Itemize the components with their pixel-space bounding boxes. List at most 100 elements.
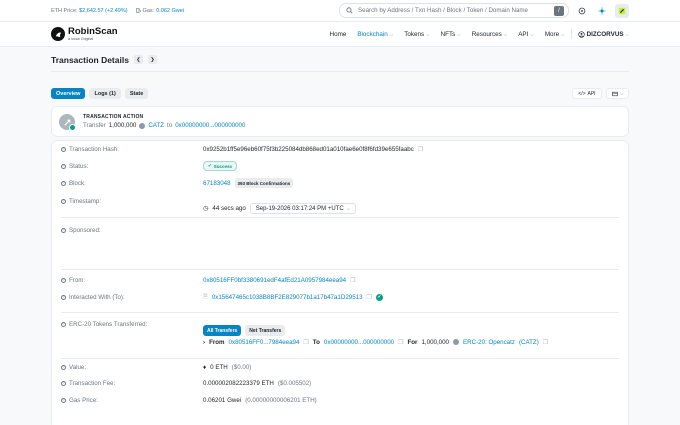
brand-logo[interactable]: RobinScan a Iocan Original [51,27,118,41]
transaction-details-card: ? Transaction Hash: 0x9252b1ff5e96eb60f75… [51,140,629,425]
nav-blockchain[interactable]: Blockchain ⌵ [357,31,393,38]
action-to-address-link[interactable]: 0x00000000...000000000 [175,122,245,129]
copy-icon[interactable]: ❐ [303,339,308,346]
gas-price-value: 0.06201 Gwei [203,396,242,404]
eth-price: ETH Price: $2,642.57 (+2.49%) [51,7,128,14]
chevron-left-icon: ❮ [136,56,141,63]
tab-tools: </> API ⌵ [572,88,629,99]
chevron-down-icon: ⌵ [561,31,565,37]
help-icon[interactable]: ? [61,198,66,204]
from-address-link[interactable]: 0x80516FF0bf3380691edF4afEd21A0957984eea… [203,277,346,284]
tab-logs[interactable]: Logs (1) [89,88,121,99]
page-title: Transaction Details [51,54,129,65]
status-badge: ✔ Success [203,161,238,171]
search-shortcut: / [554,5,564,16]
nav-more[interactable]: More ⌵ [545,31,565,38]
help-icon[interactable]: ? [61,364,66,370]
action-summary: Transfer 1,000,000 CATZ to 0x00000000...… [83,122,245,129]
copy-icon[interactable]: ❐ [543,339,548,346]
help-icon[interactable]: ? [61,397,66,403]
copy-icon[interactable]: ❐ [398,339,403,346]
ethereum-icon[interactable] [575,4,589,18]
more-options-button[interactable]: ⌵ [605,88,629,99]
section-divider [61,269,619,270]
help-icon[interactable]: ? [61,321,66,327]
value-amount: 0 ETH [210,363,228,371]
help-icon[interactable]: ? [61,380,66,386]
code-icon: </> [578,90,586,97]
contract-address-link[interactable]: 0x15647465c1038B8BF2E829077b1a17b47a1D29… [212,294,363,301]
tab-net-transfers[interactable]: Net Transfers [245,325,286,336]
page-header: Transaction Details ❮ ❯ [51,48,629,72]
nav-api[interactable]: API ⌵ [518,31,534,38]
block-confirmations-badge: 393 Block Confirmations [234,178,294,188]
token-icon [139,122,146,129]
brand-name: RobinScan [68,26,118,38]
tab-all-transfers[interactable]: All Transfers [203,325,242,336]
theme-toggle-icon[interactable] [595,4,609,18]
tx-hash-value: 0x9252b1ff5e96eb60f75f3b225084db868ed01a… [203,145,414,153]
help-icon[interactable]: ? [61,277,66,283]
value-usd: ($0.00) [231,363,252,371]
erc20-token-symbol[interactable]: (CATZ) [519,339,539,346]
nav-home[interactable]: Home [330,31,347,38]
section-divider [61,217,619,218]
fee-usd: ($0.005502) [277,379,312,387]
erc20-to-word: To [312,338,320,346]
copy-icon[interactable]: ❐ [350,277,355,284]
brand-tagline: a Iocan Original [68,36,94,41]
gas-price: Gas: 0.062 Gwei [135,8,184,14]
clock-icon: ◷ [203,205,209,212]
prev-transaction-button[interactable]: ❮ [133,55,143,64]
eth-diamond-icon: ♦ [203,363,207,371]
gas-price-eth: (0.00000000006201 ETH) [245,396,317,404]
arrow-right-icon: › [203,338,206,346]
copy-icon[interactable]: ❐ [367,294,372,301]
action-to-word: to [167,122,173,129]
transaction-action-card: TRANSACTION ACTION Transfer 1,000,000 CA… [51,106,629,137]
timestamp-ago: 44 secs ago [212,205,246,212]
search-placeholder: Search by Address / Txn Hash / Block / T… [358,7,529,14]
check-circle-icon: ✔ [208,163,212,168]
nav-resources[interactable]: Resources ⌵ [472,31,508,38]
tab-state[interactable]: State [124,88,149,99]
chevron-right-icon: ❯ [150,56,155,63]
chevron-down-icon: ⌵ [457,31,461,37]
verified-check-icon: ✔ [375,293,383,301]
top-bar: ETH Price: $2,642.57 (+2.49%) Gas: 0.062… [0,0,680,22]
help-icon[interactable]: ? [61,163,66,169]
gas-pump-icon [135,8,141,13]
erc20-token-link[interactable]: ERC-20: Opencatz [463,339,515,346]
search-input[interactable]: Search by Address / Txn Hash / Block / T… [339,3,569,18]
tab-overview[interactable]: Overview [51,88,86,99]
nav-user[interactable]: DIZCORVUS ⌵ [577,30,629,38]
fee-amount: 0.000002082223379 ETH [203,379,274,387]
help-icon[interactable]: ? [61,180,66,186]
timestamp-format-toggle[interactable]: Sep-19-2026 03:17:24 PM +UTC ⌵ [249,203,357,214]
action-token-link[interactable]: CATZ [148,122,164,129]
help-icon[interactable]: ? [61,227,66,233]
chevron-down-icon: ⌵ [625,31,629,37]
erc20-from-link[interactable]: 0x80516FF0...7984eea94 [229,339,300,346]
erc20-to-link[interactable]: 0x00000000...000000000 [324,339,394,346]
erc20-for-word: For [407,338,418,346]
action-amount: 1,000,000 [108,122,137,129]
api-button[interactable]: </> API [572,88,602,99]
contract-icon: 🗎 [203,294,208,300]
action-title: TRANSACTION ACTION [83,114,144,120]
copy-icon[interactable]: ❐ [418,146,423,153]
next-transaction-button[interactable]: ❯ [147,55,157,64]
search-icon [346,7,353,14]
chevron-down-icon: ⌵ [346,206,351,211]
help-icon[interactable]: ? [61,294,66,300]
chevron-down-icon: ⌵ [530,31,534,37]
section-divider [61,312,619,313]
token-icon [453,339,459,345]
block-number-link[interactable]: 67183048 [203,180,231,187]
user-icon [577,30,585,38]
help-icon[interactable]: ? [61,146,66,152]
nav-nfts[interactable]: NFTs ⌵ [441,31,461,38]
nav-tokens[interactable]: Tokens ⌵ [404,31,429,38]
network-icon[interactable] [615,3,629,18]
success-check-icon [69,124,76,131]
